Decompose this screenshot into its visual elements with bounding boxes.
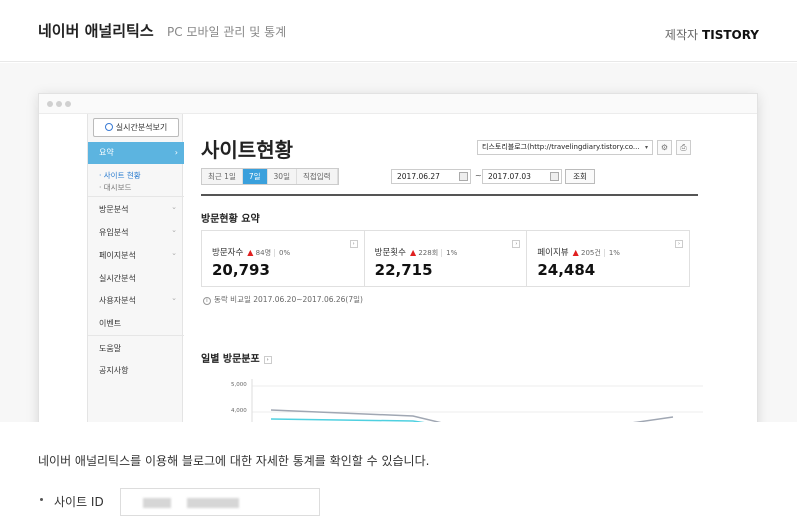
plugin-title: 네이버 애널리틱스 xyxy=(38,22,154,40)
plugin-description: 네이버 애널리틱스를 이용해 블로그에 대한 자세한 통계를 확인할 수 있습니… xyxy=(38,454,430,468)
window-dot-icon xyxy=(47,101,53,107)
site-id-row: 사이트 ID xyxy=(38,488,328,516)
redacted-text xyxy=(143,498,171,508)
site-id-input[interactable] xyxy=(120,488,320,516)
chevron-down-icon: ⌄ xyxy=(171,203,177,211)
maker-info: 제작자 TISTORY xyxy=(665,26,759,43)
window-dot-icon xyxy=(65,101,71,107)
sidebar-item-inflow-analysis: 유입분석 ⌄ xyxy=(99,226,177,237)
redacted-text xyxy=(187,498,239,508)
sidebar-item-events: 이벤트 xyxy=(99,319,122,328)
divider xyxy=(88,196,184,197)
window-titlebar xyxy=(39,94,757,114)
sidebar-item-user-analysis: 사용자분석 ⌄ xyxy=(99,294,177,305)
top-header: 네이버 애널리틱스 PC 모바일 관리 및 통계 제작자 TISTORY xyxy=(0,0,797,62)
bullet-icon xyxy=(40,498,43,501)
sidebar-item-help: 도움말 xyxy=(99,344,122,353)
sidebar-subitem-dashboard: · 대시보드 xyxy=(99,183,132,192)
daily-line-chart xyxy=(251,379,703,422)
chevron-down-icon: ⌄ xyxy=(171,226,177,234)
sidebar-subitem-site-status: · 사이트 현황 xyxy=(99,171,141,180)
sidebar-item-visit-analysis: 방문분석 ⌄ xyxy=(99,203,177,214)
maker-label: 제작자 xyxy=(664,28,699,42)
sidebar-item-notices: 공지사항 xyxy=(99,366,129,375)
chevron-down-icon: ⌄ xyxy=(171,249,177,257)
sidebar-item-summary: 요약 › xyxy=(88,142,184,164)
chevron-down-icon: ⌄ xyxy=(171,294,177,302)
sidebar-item-page-analysis: 페이지분석 ⌄ xyxy=(99,249,177,260)
realtime-analysis-button: 실시간분석보기 xyxy=(93,118,179,137)
divider xyxy=(88,335,184,336)
plugin-subtitle: PC 모바일 관리 및 통계 xyxy=(167,25,287,39)
window-dot-icon xyxy=(56,101,62,107)
chevron-right-icon: › xyxy=(174,148,178,157)
sidebar-item-realtime-analysis: 실시간분석 xyxy=(99,274,136,283)
series-line-cyan xyxy=(270,418,425,422)
preview-sidebar: 실시간분석보기 요약 › · 사이트 현황 · 대시보드 방문분석 ⌄ 유입분석 ⌄… xyxy=(87,114,184,422)
clock-icon xyxy=(104,123,113,131)
preview-main: 사이트현황 티스토리블로그(http://travelingdiary.tist… xyxy=(183,114,759,422)
site-id-label: 사이트 ID xyxy=(54,495,104,509)
maker-name: TISTORY xyxy=(702,28,759,42)
preview-window: 실시간분석보기 요약 › · 사이트 현황 · 대시보드 방문분석 ⌄ 유입분석 ⌄… xyxy=(38,93,758,422)
preview-area: 실시간분석보기 요약 › · 사이트 현황 · 대시보드 방문분석 ⌄ 유입분석 ⌄… xyxy=(0,63,797,422)
